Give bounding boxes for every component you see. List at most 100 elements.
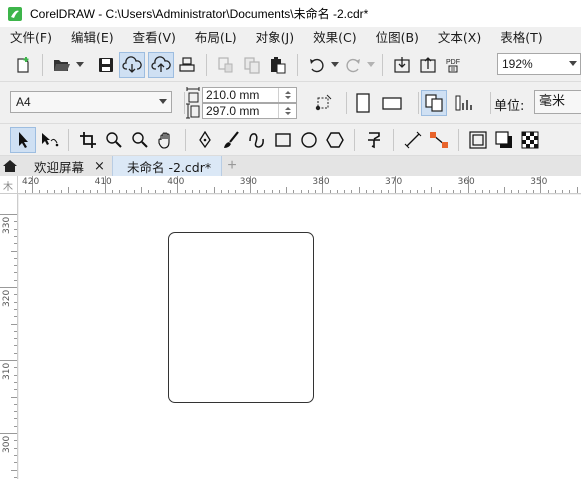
units-select[interactable]: 毫米	[534, 90, 581, 114]
ellipse-tool-button[interactable]	[296, 127, 322, 153]
ruler-origin[interactable]: 木	[0, 176, 18, 194]
open-button[interactable]	[49, 52, 75, 78]
cloud-download-icon	[122, 55, 142, 73]
width-spinner[interactable]	[278, 88, 296, 102]
vertical-ruler[interactable]: 330 320 310 300	[0, 194, 18, 479]
shape-tool-button[interactable]	[36, 127, 62, 153]
drop-shadow-tool-button[interactable]	[491, 127, 517, 153]
cloud-upload-button[interactable]	[148, 51, 174, 78]
chevron-down-icon[interactable]	[566, 61, 580, 67]
zoom-out-tool-button[interactable]	[127, 127, 153, 153]
ruler-tick	[61, 190, 62, 193]
undo-dropdown-caret[interactable]	[330, 52, 340, 78]
menu-text[interactable]: 文本(X)	[428, 27, 490, 48]
paste-button[interactable]	[265, 52, 291, 78]
chevron-down-icon[interactable]	[155, 99, 171, 105]
menu-layout[interactable]: 布局(L)	[185, 27, 246, 48]
page-size-select[interactable]: A4	[10, 91, 172, 113]
export-button[interactable]	[415, 52, 441, 78]
ruler-tick	[14, 221, 17, 223]
ruler-tick	[14, 381, 17, 383]
add-tab-button[interactable]: +	[222, 156, 242, 176]
page-width-field[interactable]: 210.0 mm	[202, 87, 297, 103]
portrait-button[interactable]	[350, 90, 376, 116]
artistic-media-tool-button[interactable]	[218, 127, 244, 153]
zoom-tool-button[interactable]	[101, 127, 127, 153]
zoom-level-value: 192%	[502, 57, 533, 71]
menu-effects[interactable]: 效果(C)	[303, 27, 365, 48]
toolbar-separator	[42, 53, 43, 76]
text-tool-button[interactable]	[361, 127, 387, 153]
zoom-icon	[106, 131, 122, 148]
ruler-tick	[424, 190, 425, 193]
redo-icon	[346, 58, 360, 72]
zoom-level-combo[interactable]: 192%	[497, 53, 581, 75]
property-separator	[346, 92, 347, 114]
landscape-button[interactable]	[379, 90, 405, 116]
print-button[interactable]	[174, 52, 200, 78]
home-button[interactable]	[0, 156, 20, 176]
connector-tool-button[interactable]	[426, 127, 452, 153]
redo-dropdown-caret[interactable]	[366, 52, 376, 78]
publish-pdf-button[interactable]: PDF	[441, 52, 467, 78]
ruler-tick	[14, 330, 17, 332]
ruler-tick	[220, 190, 222, 193]
copy-button[interactable]	[239, 52, 265, 78]
pan-tool-button[interactable]	[153, 127, 179, 153]
drawing-canvas[interactable]	[19, 195, 581, 479]
ruler-tick	[14, 338, 17, 340]
ruler-tick	[11, 469, 17, 471]
paste-icon	[271, 56, 286, 73]
new-document-button[interactable]	[10, 52, 36, 78]
ruler-tick	[11, 396, 17, 398]
page-height-field[interactable]: 297.0 mm	[202, 103, 297, 119]
cloud-download-button[interactable]	[119, 51, 145, 78]
import-icon	[394, 56, 410, 73]
tab-welcome-screen[interactable]: 欢迎屏幕 ×	[20, 156, 112, 176]
ruler-tick	[206, 190, 208, 193]
crop-tool-button[interactable]	[75, 127, 101, 153]
menu-table[interactable]: 表格(T)	[490, 27, 551, 48]
current-page-button[interactable]	[451, 90, 477, 116]
menu-bitmaps[interactable]: 位图(B)	[366, 27, 428, 48]
menu-object[interactable]: 对象(J)	[246, 27, 303, 48]
save-icon	[99, 57, 113, 72]
ruler-tick	[0, 433, 17, 434]
dimension-tool-button[interactable]	[400, 127, 426, 153]
all-pages-button[interactable]	[421, 90, 447, 116]
pen-tool-button[interactable]	[192, 127, 218, 153]
horizontal-ruler[interactable]: 420 410 400 390 380 370 360 350	[18, 176, 581, 194]
toolbox	[0, 124, 581, 156]
ruler-tick	[14, 447, 17, 449]
menu-edit[interactable]: 编辑(E)	[61, 27, 123, 48]
ruler-label: 320	[2, 289, 12, 307]
redo-button[interactable]	[340, 52, 366, 78]
ruler-tick	[387, 190, 389, 193]
menu-view[interactable]: 查看(V)	[123, 27, 185, 48]
checkerboard-icon	[521, 131, 539, 148]
menu-file[interactable]: 文件(F)	[0, 27, 61, 48]
polygon-tool-button[interactable]	[322, 127, 348, 153]
height-spinner[interactable]	[278, 104, 296, 118]
ruler-tick	[46, 190, 48, 193]
close-icon[interactable]: ×	[90, 159, 109, 174]
ruler-label: 310	[2, 362, 12, 380]
window-title: CorelDRAW - C:\Users\Administrator\Docum…	[30, 7, 369, 21]
ruler-tick	[97, 190, 99, 193]
open-dropdown-caret[interactable]	[75, 52, 85, 78]
ruler-tick	[14, 345, 17, 347]
save-button[interactable]	[93, 52, 119, 78]
import-button[interactable]	[389, 52, 415, 78]
pick-tool-button[interactable]	[10, 126, 36, 153]
undo-button[interactable]	[304, 52, 330, 78]
page-options-button[interactable]	[310, 90, 336, 116]
rectangle-tool-button[interactable]	[270, 127, 296, 153]
tab-current-document[interactable]: 未命名 -2.cdr*	[112, 156, 222, 176]
contour-tool-button[interactable]	[465, 127, 491, 153]
transparency-tool-button[interactable]	[517, 127, 543, 153]
bspline-tool-button[interactable]	[244, 127, 270, 153]
ruler-tick	[344, 190, 346, 193]
standard-toolbar: PDF	[0, 48, 581, 82]
ruler-tick	[271, 190, 273, 193]
cut-button[interactable]	[213, 52, 239, 78]
